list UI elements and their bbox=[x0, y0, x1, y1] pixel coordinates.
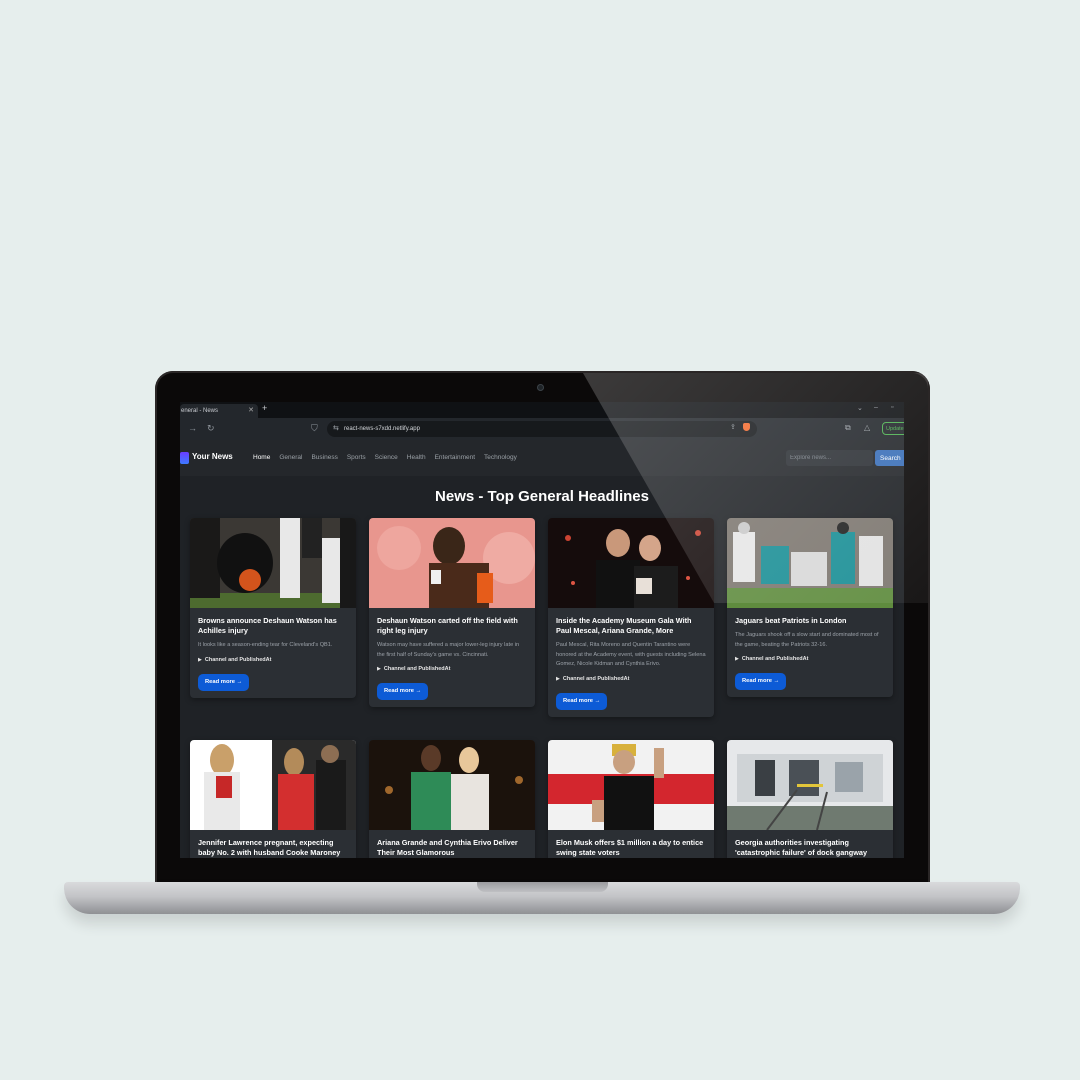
laptop-screen: eneral - News ✕ + ⌄ – ▫ → ↻ ⛉ ⇆ react-ne… bbox=[180, 402, 904, 858]
nav-links: Home General Business Sports Science Hea… bbox=[253, 454, 526, 461]
nav-link-health[interactable]: Health bbox=[407, 454, 426, 461]
logo-icon[interactable] bbox=[180, 452, 189, 464]
card-meta-text: Channel and PublishedAt bbox=[741, 656, 809, 662]
card-image bbox=[548, 740, 714, 830]
card-title[interactable]: Deshaun Watson carted off the field with… bbox=[377, 616, 527, 636]
football-game-photo bbox=[727, 518, 893, 608]
card-description: The Jaguars shook off a slow start and d… bbox=[735, 632, 879, 648]
bookmark-icon[interactable]: ⛉ bbox=[311, 423, 318, 434]
caret-right-icon: ▶ bbox=[377, 666, 381, 672]
news-card: Elon Musk offers $1 million a day to ent… bbox=[548, 740, 714, 858]
news-card: Browns announce Deshaun Watson has Achil… bbox=[190, 518, 356, 698]
card-title[interactable]: Jaguars beat Patriots in London bbox=[735, 616, 885, 626]
card-image bbox=[369, 518, 535, 608]
trackpad-notch bbox=[477, 882, 608, 892]
update-button[interactable]: Update bbox=[882, 422, 904, 435]
card-meta-text: Channel and PublishedAt bbox=[383, 666, 451, 672]
read-more-button[interactable]: Read more → bbox=[377, 683, 429, 700]
chevron-down-icon[interactable]: ⌄ bbox=[857, 404, 863, 412]
card-meta[interactable]: ▶ Channel and PublishedAt bbox=[556, 676, 706, 682]
site-navbar: Your News Home General Business Sports S… bbox=[180, 440, 904, 476]
card-image bbox=[369, 740, 535, 830]
nav-link-science[interactable]: Science bbox=[375, 454, 398, 461]
search-button[interactable]: Search bbox=[875, 450, 904, 466]
gala-couple-photo bbox=[548, 518, 714, 608]
nav-link-general[interactable]: General bbox=[279, 454, 302, 461]
page-title: News - Top General Headlines bbox=[435, 488, 649, 505]
read-more-button[interactable]: Read more → bbox=[735, 673, 787, 690]
card-meta-text: Channel and PublishedAt bbox=[204, 656, 272, 663]
football-huddle-photo bbox=[190, 518, 356, 608]
extensions-icon[interactable]: ⧉ bbox=[845, 423, 851, 433]
caret-right-icon: ▶ bbox=[735, 656, 739, 662]
maximize-icon[interactable]: ▫ bbox=[891, 404, 893, 411]
card-description: Paul Mescal, Rita Moreno and Quentin Tar… bbox=[556, 642, 706, 667]
site-logo[interactable]: Your News bbox=[192, 452, 233, 461]
brave-shield-icon[interactable] bbox=[743, 423, 750, 431]
browser-tab[interactable]: eneral - News ✕ bbox=[180, 404, 258, 418]
card-title[interactable]: Elon Musk offers $1 million a day to ent… bbox=[556, 838, 706, 858]
card-image bbox=[190, 740, 356, 830]
reload-icon[interactable]: ↻ bbox=[207, 423, 215, 434]
close-icon[interactable]: ✕ bbox=[248, 404, 254, 418]
laptop-lid: eneral - News ✕ + ⌄ – ▫ → ↻ ⛉ ⇆ react-ne… bbox=[155, 371, 930, 886]
news-card: Ariana Grande and Cynthia Erivo Deliver … bbox=[369, 740, 535, 858]
card-image bbox=[727, 518, 893, 608]
street-couple-photo bbox=[190, 740, 356, 830]
browser-toolbar: → ↻ ⛉ ⇆ react-news-s7xdd.netlify.app ⇪ ⧉… bbox=[180, 418, 904, 440]
caret-right-icon: ▶ bbox=[198, 656, 202, 663]
card-description: Watson may have suffered a major lower-l… bbox=[377, 642, 520, 658]
card-title[interactable]: Inside the Academy Museum Gala With Paul… bbox=[556, 616, 706, 636]
nav-link-business[interactable]: Business bbox=[311, 454, 337, 461]
forward-icon[interactable]: → bbox=[188, 423, 197, 433]
rewards-icon[interactable]: △ bbox=[864, 423, 870, 432]
card-description: It looks like a season-ending tear for C… bbox=[198, 642, 333, 648]
nav-link-sports[interactable]: Sports bbox=[347, 454, 366, 461]
new-tab-icon[interactable]: + bbox=[262, 403, 267, 413]
read-more-button[interactable]: Read more → bbox=[198, 673, 250, 691]
card-meta[interactable]: ▶ Channel and PublishedAt bbox=[735, 656, 885, 662]
search-input[interactable] bbox=[786, 450, 873, 466]
address-bar[interactable]: ⇆ react-news-s7xdd.netlify.app bbox=[327, 421, 757, 437]
tab-title: eneral - News bbox=[181, 408, 219, 414]
url-text: react-news-s7xdd.netlify.app bbox=[344, 426, 420, 432]
card-title[interactable]: Ariana Grande and Cynthia Erivo Deliver … bbox=[377, 838, 527, 858]
card-meta[interactable]: ▶ Channel and PublishedAt bbox=[198, 657, 348, 663]
minimize-icon[interactable]: – bbox=[874, 404, 878, 411]
player-portrait-photo bbox=[369, 518, 535, 608]
card-image bbox=[190, 518, 356, 608]
laptop-base bbox=[64, 882, 1020, 914]
dock-building-photo bbox=[727, 740, 893, 830]
webcam-icon bbox=[537, 384, 544, 391]
site-settings-icon[interactable]: ⇆ bbox=[333, 421, 339, 437]
news-card: Jaguars beat Patriots in London The Jagu… bbox=[727, 518, 893, 697]
news-card: Jennifer Lawrence pregnant, expecting ba… bbox=[190, 740, 356, 858]
share-icon[interactable]: ⇪ bbox=[730, 423, 736, 431]
card-image bbox=[548, 518, 714, 608]
rally-stage-photo bbox=[548, 740, 714, 830]
news-card: Deshaun Watson carted off the field with… bbox=[369, 518, 535, 707]
card-title[interactable]: Browns announce Deshaun Watson has Achil… bbox=[198, 616, 348, 636]
browser-tab-bar: eneral - News ✕ + ⌄ – ▫ bbox=[180, 402, 904, 418]
red-carpet-photo bbox=[369, 740, 535, 830]
card-title[interactable]: Jennifer Lawrence pregnant, expecting ba… bbox=[198, 838, 348, 858]
news-page: Your News Home General Business Sports S… bbox=[180, 440, 904, 858]
card-title[interactable]: Georgia authorities investigating 'catas… bbox=[735, 838, 885, 858]
read-more-button[interactable]: Read more → bbox=[556, 692, 608, 710]
card-meta[interactable]: ▶ Channel and PublishedAt bbox=[377, 666, 527, 672]
news-card: Inside the Academy Museum Gala With Paul… bbox=[548, 518, 714, 717]
nav-link-home[interactable]: Home bbox=[253, 454, 270, 461]
card-image bbox=[727, 740, 893, 830]
caret-right-icon: ▶ bbox=[556, 675, 560, 682]
news-card: Georgia authorities investigating 'catas… bbox=[727, 740, 893, 858]
nav-link-entertainment[interactable]: Entertainment bbox=[435, 454, 475, 461]
nav-link-technology[interactable]: Technology bbox=[484, 454, 517, 461]
card-meta-text: Channel and PublishedAt bbox=[562, 675, 630, 682]
